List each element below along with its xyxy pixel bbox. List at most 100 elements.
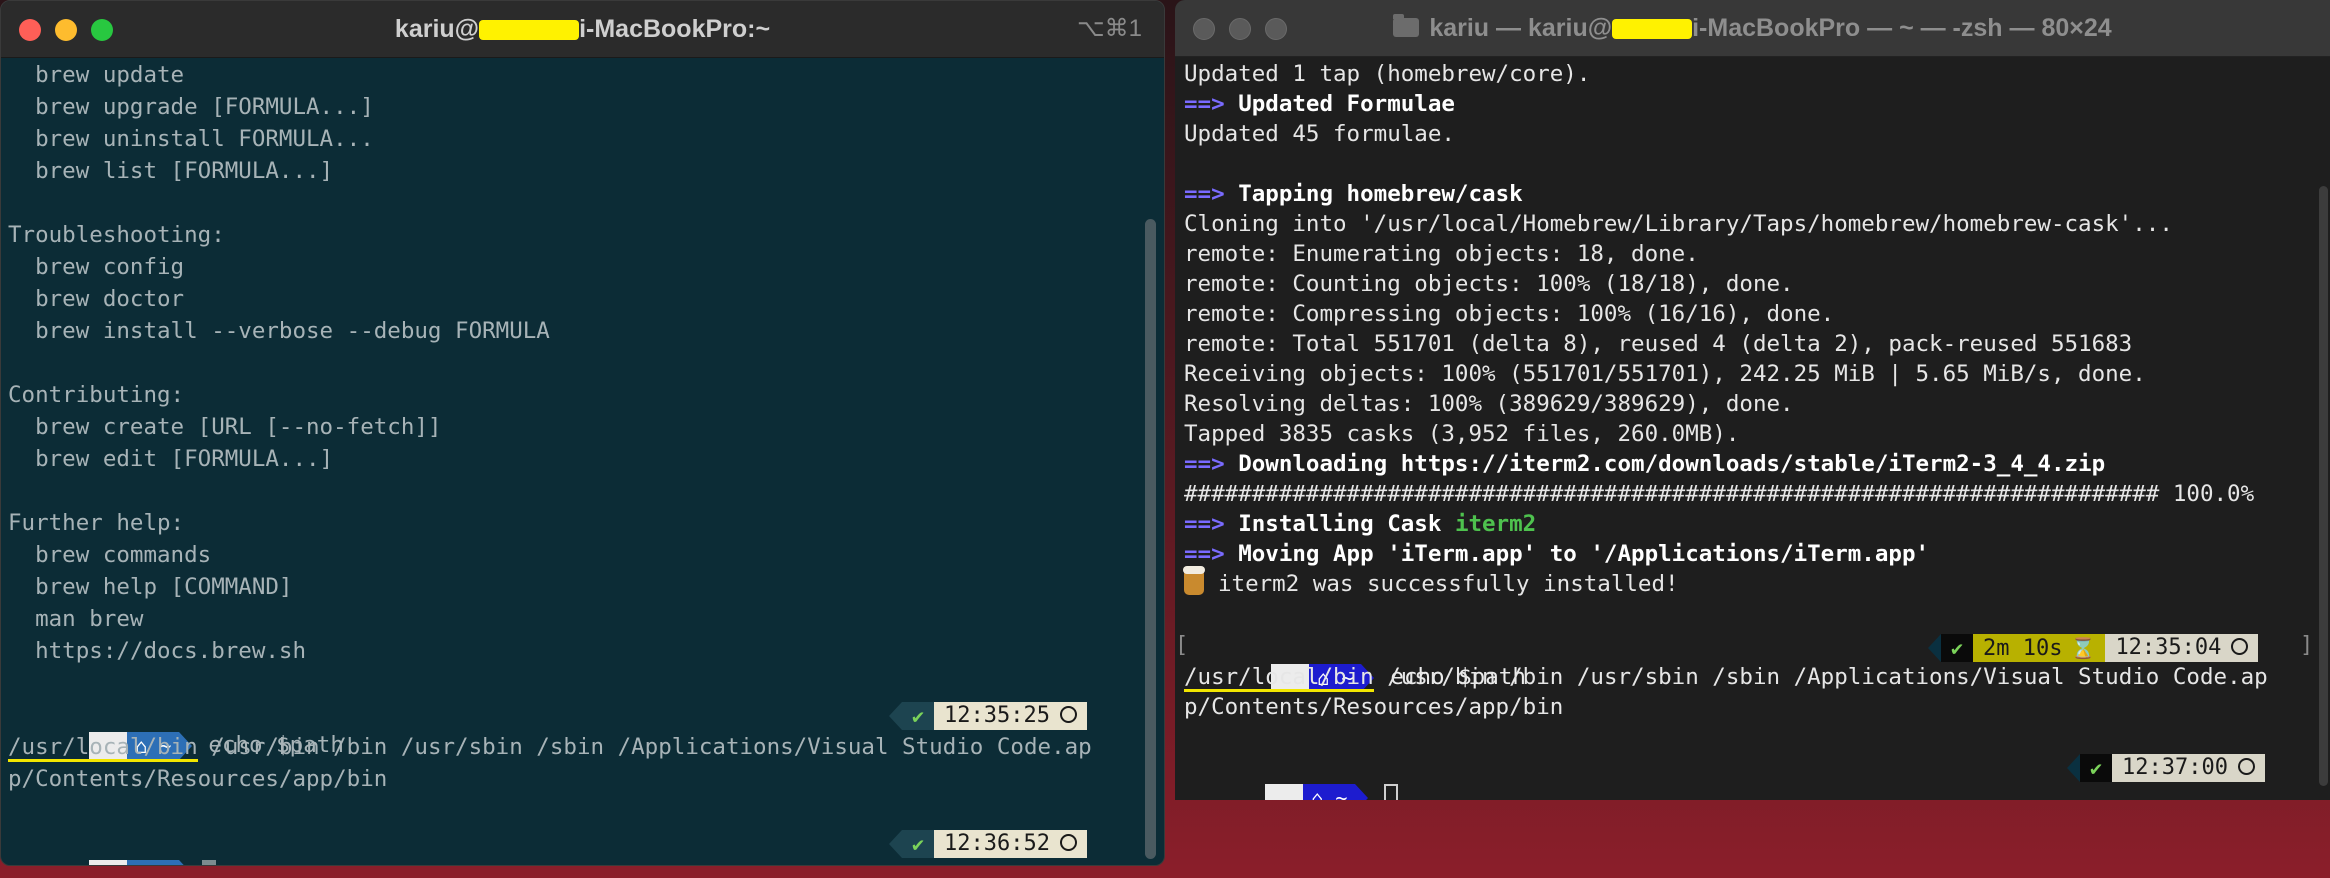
output-line: brew uninstall FORMULA... [8, 126, 374, 152]
duration-text: 2m 10s [1983, 636, 2063, 661]
right-prompt: ✔ 12:37:00 [2067, 753, 2266, 783]
title-prefix: kariu@ [394, 15, 480, 43]
output-line: Resolving deltas: 100% (389629/389629), … [1184, 391, 1794, 417]
output-line: Cloning into '/usr/local/Homebrew/Librar… [1184, 211, 2173, 237]
scrollbar-thumb[interactable] [1145, 219, 1156, 859]
underlined-path: /usr/local/bin [8, 734, 198, 762]
segment-arrow [889, 830, 902, 858]
output-line: Troubleshooting: [8, 222, 225, 248]
arrow-marker: ==> [1184, 541, 1225, 567]
timestamp-text: 12:37:00 [2122, 755, 2229, 780]
segment-arrow [179, 859, 193, 865]
titlebar-left[interactable]: kariu@ i-MacBookPro:~ ⌥⌘1 [1, 1, 1164, 58]
prompt-bracket-right: ] [2300, 633, 2314, 658]
segment-arrow [1355, 783, 1369, 800]
output-line: ==> Updated Formulae [1175, 89, 2330, 119]
heading-text: Tapping homebrew/cask [1238, 181, 1523, 207]
timestamp-text: 12:35:04 [2115, 635, 2222, 660]
home-directory-segment: ⌂ ~ [127, 859, 180, 865]
output-line: ==> Downloading https://iterm2.com/downl… [1175, 449, 2330, 479]
hourglass-icon: ⌛ [2070, 636, 2096, 660]
output-line: brew commands [8, 542, 212, 568]
title-suffix: i-MacBookPro:~ [579, 15, 771, 43]
redaction-mark [479, 20, 580, 41]
timestamp-text: 12:36:52 [944, 831, 1051, 856]
output-line: ==> Moving App 'iTerm.app' to '/Applicat… [1175, 539, 2330, 569]
clock-icon [2238, 757, 2256, 775]
beer-icon [1183, 565, 1205, 595]
check-icon: ✔ [2080, 754, 2113, 782]
redaction-mark [1612, 19, 1693, 40]
clock-icon [2231, 637, 2249, 655]
output-line: Updated 1 tap (homebrew/core). [1184, 61, 1591, 87]
timestamp: 12:36:52 [934, 830, 1088, 858]
output-line: remote: Counting objects: 100% (18/18), … [1184, 271, 1794, 297]
timestamp: 12:35:25 [934, 702, 1088, 730]
window-title-right: kariu — kariu@ i-MacBookPro — ~ — -zsh — … [1175, 0, 2330, 56]
output-line: man brew [8, 606, 144, 632]
path-output-line: p/Contents/Resources/app/bin [8, 766, 388, 792]
titlebar-right[interactable]: kariu — kariu@ i-MacBookPro — ~ — -zsh — … [1175, 0, 2330, 57]
scrollbar-thumb[interactable] [2319, 186, 2328, 786]
segment-arrow [1928, 634, 1941, 662]
clock-icon [1060, 833, 1078, 851]
output-line: brew upgrade [FORMULA...] [8, 94, 374, 120]
clock-icon [1060, 705, 1078, 723]
terminal-window-left[interactable]: kariu@ i-MacBookPro:~ ⌥⌘1 brew update bre… [0, 0, 1165, 866]
timestamp-text: 12:35:25 [944, 703, 1051, 728]
check-icon: ✔ [1941, 634, 1974, 662]
output-line: brew edit [FORMULA...] [8, 446, 334, 472]
terminal-output-right[interactable]: Updated 1 tap (homebrew/core). ==> Updat… [1175, 56, 2330, 800]
underlined-path: /usr/local/bin [1184, 664, 1374, 692]
timestamp: 12:37:00 [2112, 754, 2266, 782]
window-title-left: kariu@ i-MacBookPro:~ [1, 1, 1164, 57]
cask-name: iterm2 [1454, 511, 1537, 537]
output-line: brew update [8, 62, 185, 88]
output-line: ==> Installing Cask iterm2 [1175, 509, 2330, 539]
terminal-output-left[interactable]: brew update brew upgrade [FORMULA...] br… [1, 57, 1164, 865]
path-output-line: /usr/local/bin /usr/bin /bin /usr/sbin /… [1, 732, 1164, 762]
heading-text: Updated Formulae [1238, 91, 1455, 117]
output-line: brew list [FORMULA...] [8, 158, 334, 184]
output-line: brew doctor [8, 286, 185, 312]
output-line: brew install --verbose --debug FORMULA [8, 318, 550, 344]
title-prefix: kariu — kariu@ [1429, 14, 1613, 42]
folder-icon [1393, 13, 1420, 37]
apple-icon [1265, 783, 1304, 800]
arrow-marker: ==> [1184, 511, 1225, 537]
title-suffix: i-MacBookPro — ~ — -zsh — 80×24 [1692, 14, 2112, 42]
output-line: remote: Compressing objects: 100% (16/16… [1184, 301, 1835, 327]
path-output-line: p/Contents/Resources/app/bin [1184, 694, 1564, 720]
heading-text: Moving App 'iTerm.app' to '/Applications… [1238, 541, 1930, 567]
output-line: remote: Enumerating objects: 18, done. [1184, 241, 1699, 267]
output-line: https://docs.brew.sh [8, 638, 307, 664]
output-line: brew create [URL [--no-fetch]] [8, 414, 442, 440]
window-shortcut: ⌥⌘1 [1076, 15, 1142, 42]
output-line: iterm2 was successfully installed! [1175, 565, 2330, 599]
path-rest: /usr/bin /bin /usr/sbin /sbin /Applicati… [197, 734, 1092, 760]
output-line: Tapped 3835 casks (3,952 files, 260.0MB)… [1184, 421, 1740, 447]
heading-text: Installing Cask [1238, 511, 1455, 537]
arrow-marker: ==> [1184, 451, 1225, 477]
path-output-line: /usr/local/bin /usr/bin /bin /usr/sbin /… [1175, 662, 2330, 692]
right-prompt: ✔ 12:36:52 [889, 829, 1088, 859]
arrow-marker: ==> [1184, 91, 1225, 117]
text-cursor[interactable] [1384, 783, 1399, 800]
output-line: Further help: [8, 510, 185, 536]
progress-line: ########################################… [1184, 481, 2255, 507]
duration-segment: 2m 10s ⌛ [1973, 634, 2106, 662]
terminal-window-right[interactable]: kariu — kariu@ i-MacBookPro — ~ — -zsh — … [1175, 0, 2330, 800]
output-line: Updated 45 formulae. [1184, 121, 1455, 147]
output-line: brew config [8, 254, 185, 280]
apple-icon [89, 859, 128, 865]
right-prompt: ✔ 12:35:25 [889, 701, 1088, 731]
output-line: Receiving objects: 100% (551701/551701),… [1184, 361, 2146, 387]
output-line: remote: Total 551701 (delta 8), reused 4… [1184, 331, 2133, 357]
text-cursor[interactable] [202, 859, 217, 865]
path-rest: /usr/bin /bin /usr/sbin /sbin /Applicati… [1373, 664, 2268, 690]
segment-arrow [889, 702, 902, 730]
output-line: Contributing: [8, 382, 185, 408]
check-icon: ✔ [902, 702, 935, 730]
